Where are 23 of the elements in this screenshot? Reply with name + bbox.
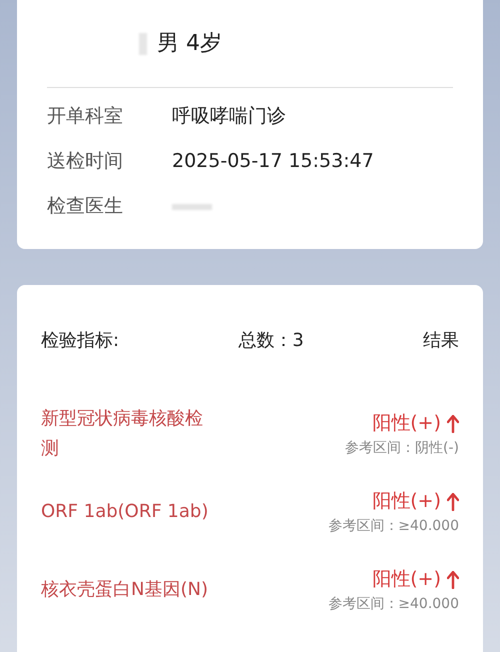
test-name: 核衣壳蛋白N基因(N) (41, 578, 209, 602)
patient-sex-age: 男 4岁 (157, 30, 222, 58)
up-arrow-icon (447, 492, 459, 510)
reference-range: 参考区间：阴性(-) (345, 438, 459, 458)
test-result: 阳性(+) (372, 567, 441, 592)
info-label: 送检时间 (47, 149, 124, 174)
reference-range: 参考区间：≥40.000 (328, 516, 459, 536)
redacted-name (139, 32, 147, 54)
column-header: 检验指标: (41, 328, 120, 352)
test-result: 阳性(+) (372, 489, 441, 514)
test-result: 阳性(+) (372, 411, 441, 436)
info-value: 2025-05-17 15:53:47 (172, 149, 374, 174)
reference-range: 参考区间：≥40.000 (328, 594, 459, 614)
info-label: 检查医生 (47, 194, 124, 220)
redacted-value (172, 204, 212, 210)
column-header: 结果 (423, 328, 459, 352)
info-value: 呼吸哮喘门诊 (172, 104, 286, 130)
up-arrow-icon (447, 570, 459, 588)
test-name: ORF 1ab(ORF 1ab) (41, 500, 210, 524)
info-label: 开单科室 (47, 104, 124, 130)
total-count: 总数：3 (238, 328, 304, 352)
test-name: 新型冠状病毒核酸检测 (41, 407, 204, 461)
up-arrow-icon (447, 414, 459, 432)
